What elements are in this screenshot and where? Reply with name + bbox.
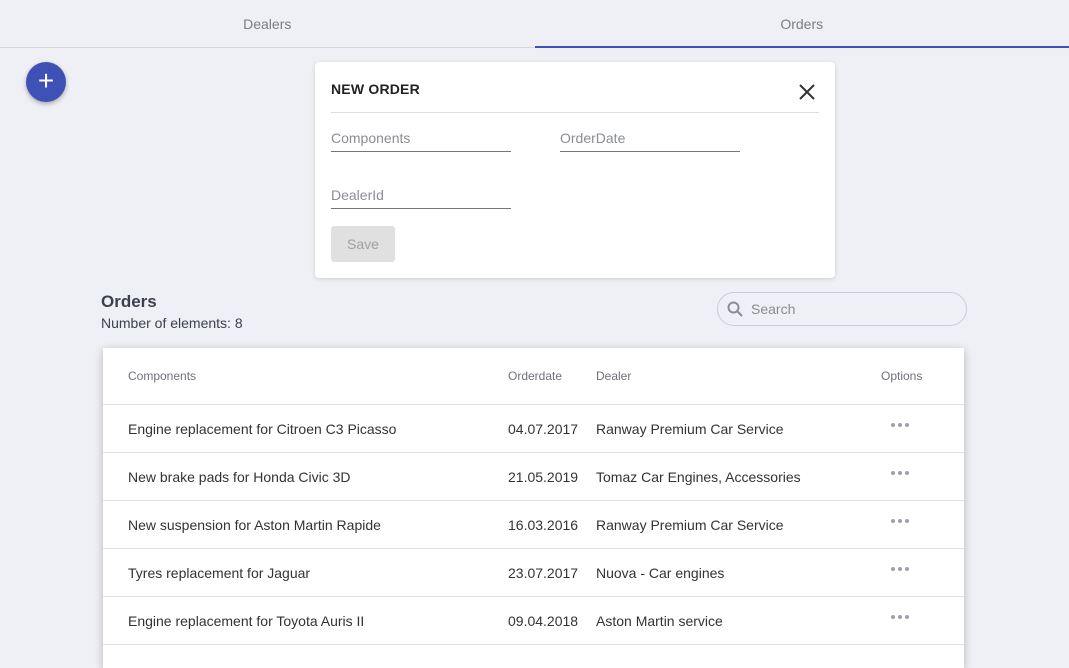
- search-icon: [727, 301, 743, 317]
- dealer-id-field: [331, 185, 511, 209]
- table-row[interactable]: New brake pads for Honda Civic 3D 21.05.…: [103, 453, 964, 501]
- more-options-icon[interactable]: [891, 423, 909, 427]
- table-header: Components Orderdate Dealer Options: [103, 348, 964, 405]
- cell-components: New brake pads for Honda Civic 3D: [128, 469, 351, 485]
- cell-components: Engine replacement for Citroen C3 Picass…: [128, 421, 396, 437]
- cell-orderdate: 21.05.2019: [508, 469, 578, 485]
- components-field: [331, 128, 511, 152]
- save-button[interactable]: Save: [331, 226, 395, 262]
- table-row[interactable]: Engine replacement for Toyota Auris II 0…: [103, 597, 964, 645]
- cell-components: Engine replacement for Toyota Auris II: [128, 613, 364, 629]
- table-row[interactable]: Engine replacement for Citroen C3 Picass…: [103, 405, 964, 453]
- cell-components: Tyres replacement for Jaguar: [128, 565, 310, 581]
- column-header-orderdate[interactable]: Orderdate: [508, 369, 562, 383]
- cell-dealer: Ranway Premium Car Service: [596, 517, 784, 533]
- dealer-id-input[interactable]: [331, 185, 511, 205]
- cell-orderdate: 23.07.2017: [508, 565, 578, 581]
- table-row[interactable]: New suspension for Aston Martin Rapide 1…: [103, 501, 964, 549]
- orders-table: Components Orderdate Dealer Options Engi…: [103, 348, 964, 668]
- page-title: Orders: [101, 292, 157, 312]
- column-header-options: Options: [881, 369, 922, 383]
- search-box: [717, 292, 967, 326]
- table-row[interactable]: Tyres replacement for Jaguar 23.07.2017 …: [103, 549, 964, 597]
- element-count: Number of elements: 8: [101, 315, 243, 331]
- components-input[interactable]: [331, 128, 511, 148]
- close-icon[interactable]: [797, 82, 817, 102]
- cell-dealer: Tomaz Car Engines, Accessories: [596, 469, 801, 485]
- cell-components: New suspension for Aston Martin Rapide: [128, 517, 381, 533]
- cell-dealer: Ranway Premium Car Service: [596, 421, 784, 437]
- more-options-icon[interactable]: [891, 567, 909, 571]
- cell-dealer: Aston Martin service: [596, 613, 723, 629]
- cell-orderdate: 16.03.2016: [508, 517, 578, 533]
- cell-orderdate: 04.07.2017: [508, 421, 578, 437]
- dialog-title: NEW ORDER: [331, 81, 420, 97]
- more-options-icon[interactable]: [891, 615, 909, 619]
- order-date-field: [560, 128, 740, 152]
- order-date-input[interactable]: [560, 128, 740, 148]
- tab-dealers[interactable]: Dealers: [0, 0, 535, 47]
- search-input[interactable]: [751, 301, 941, 317]
- tab-orders[interactable]: Orders: [535, 0, 1069, 47]
- dialog-divider: [331, 112, 819, 113]
- more-options-icon[interactable]: [891, 519, 909, 523]
- tab-bar: Dealers Orders: [0, 0, 1069, 48]
- add-order-button[interactable]: +: [26, 62, 66, 102]
- new-order-dialog: NEW ORDER Save: [315, 62, 835, 278]
- cell-dealer: Nuova - Car engines: [596, 565, 724, 581]
- more-options-icon[interactable]: [891, 471, 909, 475]
- plus-icon: +: [38, 67, 54, 95]
- column-header-dealer[interactable]: Dealer: [596, 369, 631, 383]
- cell-orderdate: 09.04.2018: [508, 613, 578, 629]
- column-header-components[interactable]: Components: [128, 369, 196, 383]
